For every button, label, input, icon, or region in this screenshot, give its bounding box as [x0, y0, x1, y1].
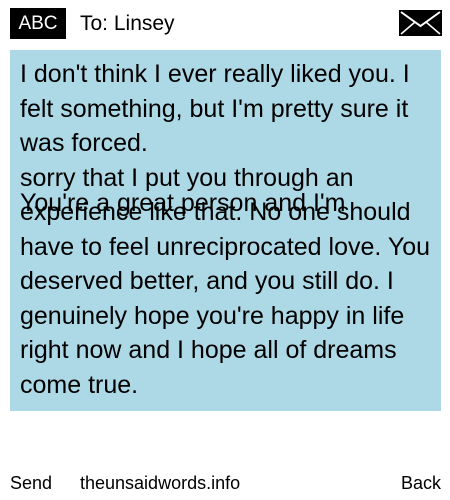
message-text: I don't think I ever really liked you. I… [20, 60, 431, 399]
site-label: theunsaidwords.info [80, 473, 241, 493]
message-body[interactable]: I don't think I ever really liked you. I… [10, 50, 441, 411]
envelope-icon [399, 10, 442, 36]
footer-bar: Send theunsaidwords.info Back [0, 466, 450, 500]
input-mode-badge[interactable]: ABC [10, 8, 66, 39]
message-text-overlap: You're a great person and I'm [20, 189, 346, 217]
send-button[interactable]: Send [10, 466, 52, 500]
recipient-line: To: Linsey [80, 12, 175, 35]
message-header: ABC To: Linsey [0, 0, 450, 44]
back-button[interactable]: Back [401, 466, 441, 500]
